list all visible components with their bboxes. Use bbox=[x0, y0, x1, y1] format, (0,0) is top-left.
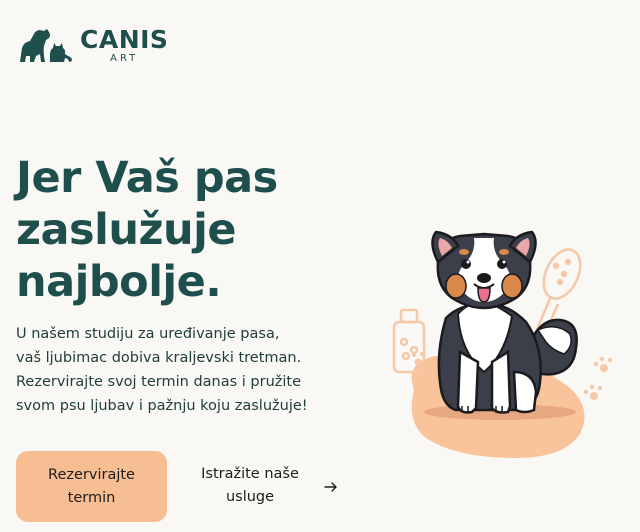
arrow-right-icon bbox=[324, 482, 337, 492]
brand-sub: ART bbox=[110, 52, 139, 64]
hero-title-line: najbolje. bbox=[16, 257, 222, 307]
hero-text-line: Rezervirajte svoj termin danas i pružite bbox=[16, 374, 302, 390]
hero-title: Jer Vaš pas zaslužuje najbolje. bbox=[16, 152, 356, 308]
hero-title-line: Jer Vaš pas bbox=[16, 153, 278, 203]
dog-cat-logo-icon bbox=[20, 29, 72, 62]
hero-text-line: U našem studiju za uređivanje pasa, bbox=[16, 326, 280, 342]
explore-services-link[interactable]: Istražite naše usluge bbox=[190, 462, 340, 510]
hero-text-line: vaš ljubimac dobiva kraljevski tretman. bbox=[16, 350, 302, 366]
brand-logo[interactable]: CANIS ART bbox=[16, 26, 168, 64]
brand-name: CANIS bbox=[80, 24, 169, 54]
dog-illustration bbox=[392, 230, 613, 458]
explore-services-label: Istražite naše usluge bbox=[201, 466, 299, 505]
paw-print-icon bbox=[583, 356, 613, 400]
hero-text-line: svom psu ljubav i pažnju koju zaslužuje! bbox=[16, 398, 308, 414]
hero-title-line: zaslužuje bbox=[16, 205, 237, 255]
hero-description: U našem studiju za uređivanje pasa, vaš … bbox=[16, 322, 356, 418]
book-appointment-button[interactable]: Rezervirajte termin bbox=[16, 451, 167, 522]
